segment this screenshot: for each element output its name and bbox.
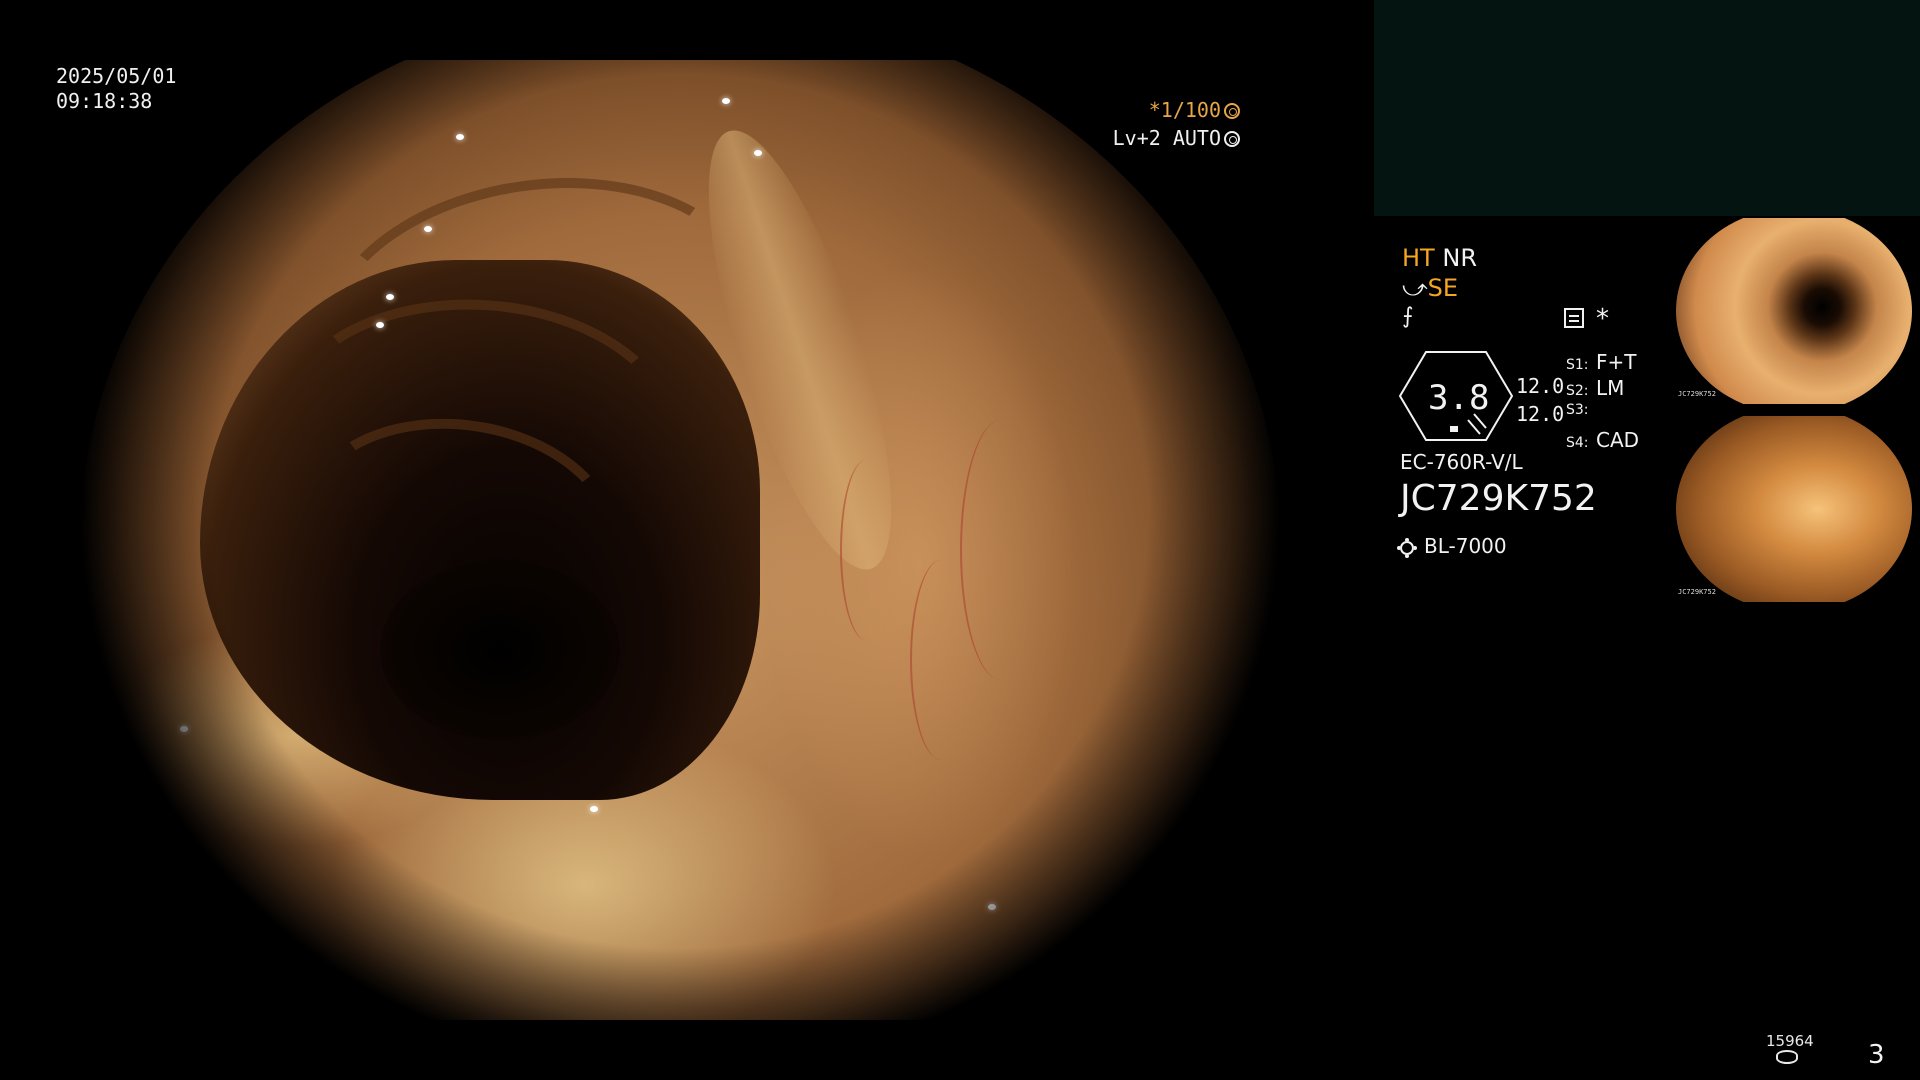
- storage-icon: [1776, 1050, 1798, 1064]
- image-counter: 15964: [1766, 1032, 1814, 1050]
- zoom-small-1: 12.0: [1516, 374, 1565, 398]
- se-status: ⤻SE: [1402, 274, 1458, 302]
- thumbnail-label: JC729K752: [1678, 588, 1716, 596]
- level-text: Lv+2 AUTO: [1112, 126, 1221, 150]
- page-number: 3: [1868, 1040, 1885, 1070]
- se-indicator: SE: [1427, 274, 1459, 302]
- freeze-icon: ⨍: [1402, 304, 1414, 329]
- switch-assignments: S1: F+T S2: LM S3: S4: CAD: [1566, 350, 1639, 454]
- switch-row: S4: CAD: [1566, 428, 1640, 452]
- shutter-readout: *1/100: [1149, 100, 1240, 120]
- nr-indicator: NR: [1442, 244, 1477, 272]
- date-text: 2025/05/01: [56, 64, 177, 88]
- thumbnail-image: [1676, 218, 1912, 404]
- switch-row: S1: F+T: [1566, 350, 1637, 374]
- scope-model: EC-760R-V/L: [1400, 450, 1523, 474]
- shutter-icon: [1224, 103, 1240, 119]
- brightness-level-readout: Lv+2 AUTO: [1113, 128, 1240, 148]
- iris-icon: [1224, 131, 1240, 147]
- zoom-value: 3.8: [1428, 378, 1490, 418]
- switch-row: S2: LM: [1566, 376, 1625, 400]
- thumbnail-image: [1676, 416, 1912, 602]
- captured-thumbnail[interactable]: JC729K752: [1672, 416, 1918, 602]
- structure-icon: ⤻: [1402, 274, 1428, 302]
- scope-serial: JC729K752: [1400, 478, 1597, 519]
- record-list-icon: [1564, 308, 1584, 328]
- shutter-text: *1/100: [1148, 98, 1221, 122]
- date-time-readout: 2025/05/01 09:18:38: [56, 66, 176, 116]
- thumbnail-label: JC729K752: [1678, 390, 1716, 398]
- vignette-mask: [60, 60, 1300, 1020]
- captured-thumbnail[interactable]: JC729K752: [1672, 218, 1918, 404]
- light-source: BL-7000: [1400, 534, 1507, 558]
- enhancement-status: HT NR: [1402, 244, 1477, 272]
- reference-panel: [1374, 0, 1920, 216]
- time-text: 09:18:38: [56, 89, 153, 113]
- ht-indicator: HT: [1402, 244, 1435, 272]
- star-icon: *: [1596, 304, 1609, 334]
- switch-row: S3:: [1566, 402, 1589, 418]
- zoom-small-2: 12.0: [1516, 402, 1565, 426]
- light-source-icon: [1400, 541, 1414, 555]
- endoscopic-image: [60, 60, 1300, 1020]
- endoscopy-screen: 2025/05/01 09:18:38 *1/100 Lv+2 AUTO HT …: [0, 0, 1920, 1080]
- light-source-text: BL-7000: [1424, 534, 1507, 558]
- freeze-status: ⨍: [1402, 304, 1413, 329]
